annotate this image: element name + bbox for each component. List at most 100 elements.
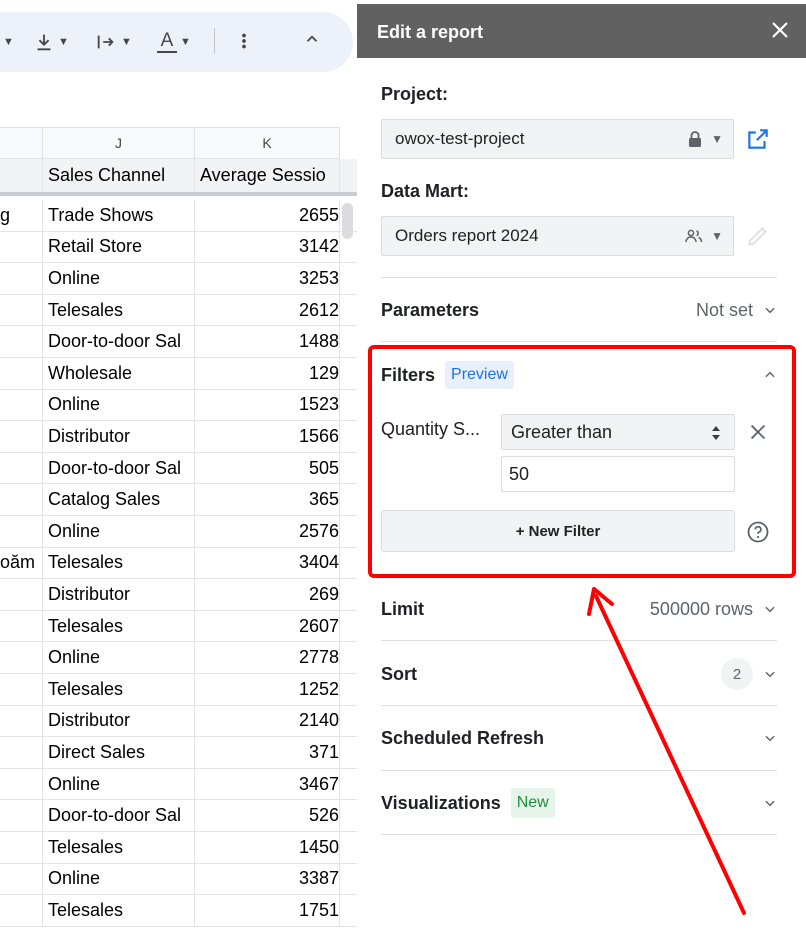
text-color-icon[interactable]: A ▼ [157,30,191,54]
table-cell[interactable]: Trade Shows [43,200,195,231]
table-cell[interactable]: 2140 [195,705,340,737]
visualizations-section[interactable]: Visualizations New [381,783,777,823]
table-cell[interactable]: Online [43,516,195,547]
table-cell[interactable]: Telesales [43,832,195,863]
table-cell[interactable] [0,579,43,610]
table-cell[interactable]: Wholesale [43,358,195,389]
table-cell[interactable]: Online [43,768,195,800]
table-cell[interactable]: Average Sessio [195,159,340,192]
table-cell[interactable] [0,737,43,768]
table-cell[interactable] [0,516,43,547]
table-row: Online 3253 [0,263,357,295]
table-cell[interactable]: Online [43,389,195,421]
table-cell[interactable]: Door-to-door Sal [43,326,195,357]
filter-field-label[interactable]: Quantity S... [381,419,480,440]
table-cell[interactable]: g [0,200,43,231]
limit-section[interactable]: Limit 500000 rows [381,589,777,629]
filters-section[interactable]: Filters Preview [381,355,777,395]
table-cell[interactable] [0,326,43,357]
table-cell[interactable]: oăm [0,547,43,579]
table-cell[interactable] [0,452,43,484]
table-cell[interactable]: Telesales [43,895,195,926]
table-cell[interactable]: 2576 [195,516,340,547]
table-cell[interactable] [0,484,43,515]
vertical-align-icon[interactable]: ▼ [33,30,69,54]
close-icon[interactable] [768,18,792,42]
table-cell[interactable]: 3142 [195,231,340,263]
table-cell[interactable] [0,832,43,863]
table-cell[interactable]: 2612 [195,294,340,326]
project-select[interactable]: owox-test-project ▼ [381,119,734,159]
table-cell[interactable]: Distributor [43,421,195,452]
filter-operator-select[interactable]: Greater than [501,414,735,450]
table-cell[interactable]: 1488 [195,326,340,357]
scrollbar-thumb[interactable] [342,203,353,239]
sort-section[interactable]: Sort 2 [381,654,777,694]
table-cell[interactable]: Online [43,263,195,294]
table-cell[interactable]: 129 [195,358,340,389]
table-cell[interactable]: 3387 [195,863,340,895]
filter-value-input[interactable]: 50 [501,456,735,492]
table-cell[interactable]: 505 [195,452,340,484]
table-cell[interactable] [0,358,43,389]
table-cell[interactable]: 2655 [195,200,340,231]
table-cell[interactable] [0,768,43,800]
table-cell[interactable] [0,263,43,294]
table-cell[interactable]: Telesales [43,610,195,642]
column-header-k[interactable]: K [195,127,340,159]
table-cell[interactable]: Sales Channel [43,159,195,192]
edit-pencil-icon[interactable] [745,223,771,249]
table-cell[interactable]: 1450 [195,832,340,863]
more-vert-icon[interactable] [236,30,252,52]
table-cell[interactable]: 365 [195,484,340,515]
new-filter-button[interactable]: + New Filter [381,510,735,552]
table-cell[interactable] [0,389,43,421]
table-cell[interactable]: 1566 [195,421,340,452]
table-cell[interactable]: 3404 [195,547,340,579]
scheduled-refresh-section[interactable]: Scheduled Refresh [381,718,777,758]
table-cell[interactable]: 1751 [195,895,340,926]
table-cell[interactable] [0,674,43,705]
table-cell[interactable]: 371 [195,737,340,768]
table-cell[interactable]: Distributor [43,579,195,610]
parameters-section[interactable]: Parameters Not set [381,290,777,330]
table-cell[interactable]: Distributor [43,705,195,737]
table-cell[interactable] [0,294,43,326]
table-cell[interactable]: 2607 [195,610,340,642]
table-cell[interactable]: Retail Store [43,231,195,263]
table-cell[interactable]: 3467 [195,768,340,800]
table-cell[interactable]: 526 [195,800,340,831]
table-cell[interactable] [0,895,43,926]
data-mart-select[interactable]: Orders report 2024 ▼ [381,216,734,256]
chevron-up-icon[interactable] [303,30,321,48]
table-cell[interactable] [0,159,43,192]
open-external-icon[interactable] [745,126,771,152]
table-cell[interactable]: Door-to-door Sal [43,452,195,484]
table-cell[interactable]: 2778 [195,642,340,673]
table-cell[interactable]: Direct Sales [43,737,195,768]
text-rotation-icon[interactable]: ▼ [94,30,132,54]
table-cell[interactable]: Telesales [43,547,195,579]
table-cell[interactable]: Telesales [43,674,195,705]
table-cell[interactable]: Door-to-door Sal [43,800,195,831]
table-cell[interactable] [0,231,43,263]
table-cell[interactable] [0,610,43,642]
table-cell[interactable]: Online [43,642,195,673]
table-cell[interactable]: 3253 [195,263,340,294]
help-icon[interactable] [746,520,770,544]
table-cell[interactable]: Online [43,863,195,895]
table-cell[interactable] [0,863,43,895]
column-header-j[interactable]: J [43,127,195,159]
table-cell[interactable]: 1252 [195,674,340,705]
table-cell[interactable]: 269 [195,579,340,610]
table-cell[interactable]: Catalog Sales [43,484,195,515]
table-cell[interactable]: Telesales [43,294,195,326]
chevron-down-icon[interactable]: ▼ [0,30,14,54]
remove-filter-icon[interactable] [747,421,769,443]
table-cell[interactable] [0,421,43,452]
table-cell[interactable] [0,800,43,831]
table-cell[interactable] [0,705,43,737]
table-cell[interactable]: 1523 [195,389,340,421]
table-cell[interactable] [0,642,43,673]
column-header-i[interactable] [0,127,43,159]
